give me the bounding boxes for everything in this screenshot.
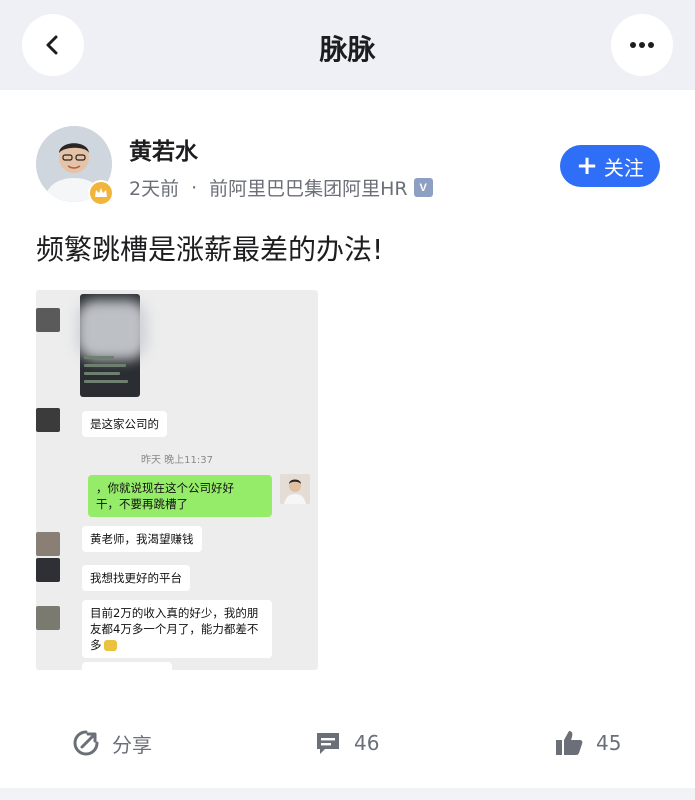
like-button[interactable]: 45: [554, 718, 621, 768]
income-line-2: 友都4万多一个月了，能力都差不: [90, 622, 259, 636]
post-time: 2天前: [129, 178, 180, 200]
emoji-icon: [103, 640, 117, 651]
crown-badge-icon: [88, 180, 114, 206]
author-name[interactable]: 黄若水: [129, 132, 198, 166]
income-line-1: 目前2万的收入真的好少，我的朋: [90, 606, 259, 620]
chat-avatar: [36, 308, 60, 332]
chat-avatar-self: [280, 474, 310, 504]
chat-avatar: [36, 408, 60, 432]
author-meta: 2天前 · 前阿里巴巴集团阿里HR V: [129, 174, 433, 201]
comment-icon: [317, 733, 339, 754]
ellipsis-icon: [630, 42, 654, 48]
author-company: 前阿里巴巴集团阿里HR: [209, 178, 408, 200]
reply-line-2: 干，不要再跳槽了: [96, 497, 188, 511]
post-text: 频繁跳槽是涨薪最差的办法!: [36, 233, 384, 266]
share-icon: [73, 730, 99, 756]
chat-timestamp: 昨天 晚上11:37: [141, 455, 213, 466]
post-image[interactable]: 是这家公司的 昨天 晚上11:37 ，你就说现在这个公司好好 干，不要再跳槽了 …: [36, 290, 318, 670]
chat-message-partial: [82, 662, 172, 670]
chat-message: 目前2万的收入真的好少，我的朋 友都4万多一个月了，能力都差不 多: [82, 600, 272, 658]
chat-message-reply: ，你就说现在这个公司好好 干，不要再跳槽了: [88, 475, 272, 517]
comment-button[interactable]: 46: [314, 718, 379, 768]
meta-separator: ·: [191, 176, 198, 199]
chat-avatar: [36, 532, 60, 556]
phone-screenshot: [76, 294, 148, 397]
chat-message: 是这家公司的: [82, 411, 167, 437]
share-button[interactable]: 分享: [72, 718, 152, 768]
verified-icon: V: [413, 178, 433, 197]
comment-count: 46: [354, 731, 380, 755]
chat-message: 我想找更好的平台: [82, 565, 190, 591]
follow-button[interactable]: + 关注: [560, 145, 660, 187]
follow-label: 关注: [603, 155, 644, 180]
share-label: 分享: [112, 732, 152, 757]
chat-avatar: [36, 606, 60, 630]
like-count: 45: [596, 731, 622, 755]
more-button[interactable]: [611, 14, 673, 76]
chat-message: 黄老师，我渴望赚钱: [82, 526, 202, 552]
thumbs-up-icon: [556, 731, 583, 755]
chat-avatar: [36, 558, 60, 582]
bottom-divider: [0, 788, 695, 800]
verified-badge-label: V: [419, 181, 427, 194]
reply-line-1: ，你就说现在这个公司好好: [96, 481, 234, 495]
plus-icon: +: [576, 151, 598, 181]
top-bar: 脉脉: [0, 0, 695, 90]
income-line-3: 多: [90, 637, 264, 653]
page-title: 脉脉: [319, 33, 376, 66]
action-bar: 分享 46 45: [0, 718, 695, 768]
